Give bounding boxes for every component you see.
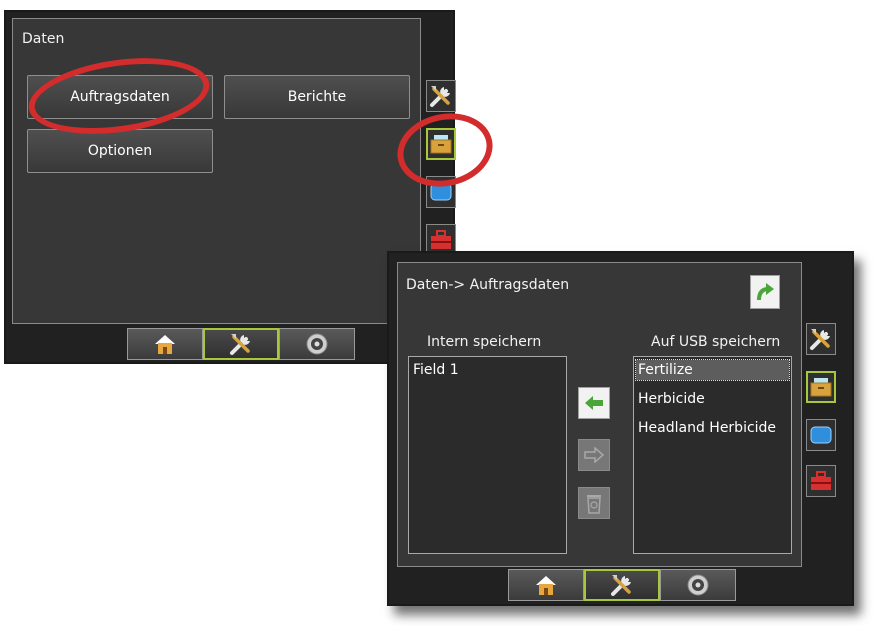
bottom-tools-button[interactable] [203, 328, 279, 360]
copy-to-internal-button[interactable] [578, 387, 610, 419]
list-item[interactable]: Fertilize [635, 359, 790, 381]
list-item[interactable]: Headland Herbicide [636, 418, 789, 438]
page-title: Daten [22, 31, 65, 47]
recycle-bin-icon [587, 495, 601, 514]
auftragsdaten-screen: Daten-> Auftragsdaten Intern speichern A… [387, 251, 854, 606]
tools-icon [810, 329, 830, 350]
tools-icon [430, 86, 450, 107]
home-icon [155, 335, 175, 354]
return-arrow-icon [757, 283, 774, 301]
side-tab-toolbox[interactable] [806, 465, 836, 497]
tools-icon [611, 575, 631, 596]
copy-to-usb-button [578, 439, 610, 471]
transfer-panel: Daten-> Auftragsdaten Intern speichern A… [397, 262, 802, 567]
delete-button [578, 487, 610, 519]
tools-icon [230, 334, 250, 355]
internal-job-list[interactable]: Field 1 [408, 356, 567, 554]
bottom-tools-button[interactable] [584, 569, 660, 601]
side-tab-tools[interactable] [806, 323, 836, 355]
gauge-icon [306, 333, 328, 355]
list-item[interactable]: Herbicide [636, 389, 789, 409]
side-tab-display[interactable] [806, 419, 836, 451]
bottom-home-button[interactable] [127, 328, 203, 360]
usb-storage-header: Auf USB speichern [651, 334, 781, 350]
internal-storage-header: Intern speichern [427, 334, 542, 350]
side-tab-tools[interactable] [426, 80, 456, 112]
display-icon [810, 426, 832, 444]
optionen-button[interactable]: Optionen [27, 129, 213, 173]
arrow-right-icon [584, 447, 604, 463]
main-panel: Daten Auftragsdaten Berichte Optionen [12, 18, 421, 324]
side-tab-data[interactable] [806, 371, 836, 403]
list-item[interactable]: Field 1 [411, 360, 564, 380]
page-title: Daten-> Auftragsdaten [406, 277, 570, 293]
gauge-icon [687, 574, 709, 596]
back-button[interactable] [750, 275, 780, 309]
bottom-home-button[interactable] [508, 569, 584, 601]
toolbox-icon [811, 471, 831, 490]
arrow-left-icon [585, 396, 603, 410]
toolbox-icon [431, 230, 451, 249]
home-icon [536, 576, 556, 595]
data-folder-icon [810, 378, 832, 397]
berichte-button[interactable]: Berichte [224, 75, 410, 119]
usb-job-list[interactable]: Fertilize Herbicide Headland Herbicide [633, 356, 792, 554]
bottom-gauge-button[interactable] [279, 328, 355, 360]
bottom-gauge-button[interactable] [660, 569, 736, 601]
